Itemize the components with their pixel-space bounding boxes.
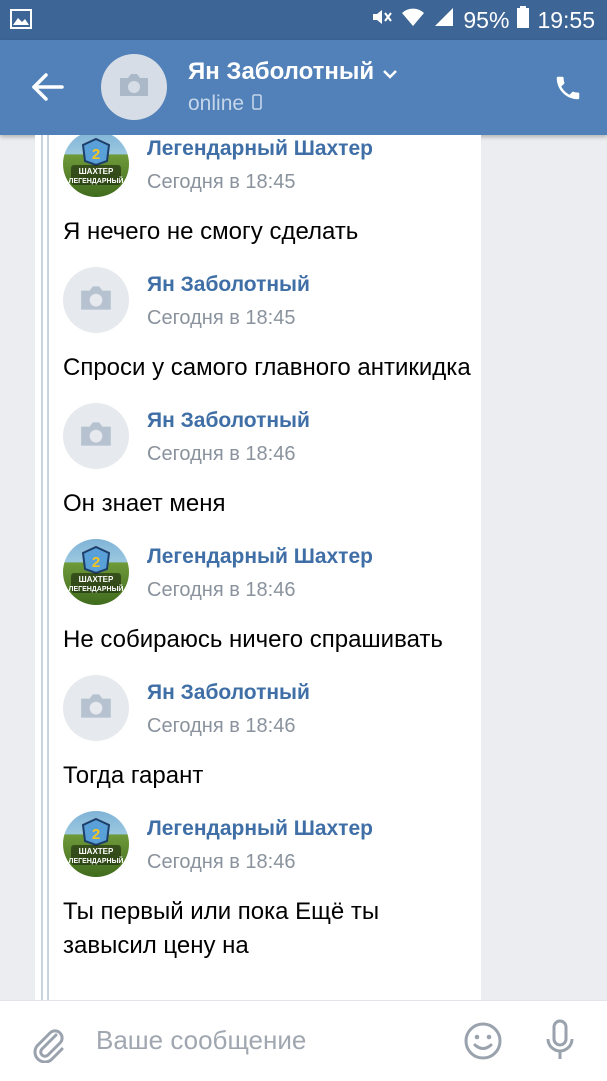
message-input[interactable]: Ваше сообщение <box>96 1025 306 1056</box>
contact-name[interactable]: Ян Заболотный <box>188 58 374 86</box>
message-item[interactable]: Ян Заболотный Сегодня в 18:45 Спроси у сам… <box>63 267 473 403</box>
message-item[interactable]: Ян Заболотный Сегодня в 18:46 Он знает мен… <box>63 403 473 539</box>
clock: 19:55 <box>537 6 595 33</box>
message-time: Сегодня в 18:46 <box>147 851 296 873</box>
gallery-notification-icon <box>10 9 32 34</box>
message-text: Спроси у самого главного антикидка <box>63 354 471 381</box>
message-time: Сегодня в 18:45 <box>147 171 296 193</box>
contact-info[interactable]: Ян Заболотный online <box>188 58 398 116</box>
forwarded-messages: 2 ШАХТЕР ЛЕГЕНДАРНЫЙ Легендарный Шахтер Сего… <box>35 135 481 1000</box>
contact-status: online <box>188 92 245 115</box>
message-item[interactable]: 2 ШАХТЕР ЛЕГЕНДАРНЫЙ Легендарный Шахтер Сего… <box>63 539 473 675</box>
message-header: Ян Заболотный Сегодня в 18:46 <box>63 403 473 473</box>
message-text: Он знает меня <box>63 490 226 517</box>
game-logo-avatar[interactable]: 2 ШАХТЕР ЛЕГЕНДАРНЫЙ <box>63 135 129 197</box>
mobile-icon <box>252 92 262 116</box>
wifi-icon <box>401 6 425 34</box>
message-header: 2 ШАХТЕР ЛЕГЕНДАРНЫЙ Легендарный Шахтер Сего… <box>63 811 473 881</box>
message-author[interactable]: Ян Заболотный <box>147 681 310 705</box>
logo-text-bottom: ЛЕГЕНДАРНЫЙ <box>69 176 124 185</box>
battery-icon <box>517 6 530 34</box>
logo-text-bottom: ЛЕГЕНДАРНЫЙ <box>69 584 124 593</box>
message-time: Сегодня в 18:46 <box>147 443 296 465</box>
back-arrow-icon[interactable] <box>30 72 66 102</box>
message-list: 2 ШАХТЕР ЛЕГЕНДАРНЫЙ Легендарный Шахтер Сего… <box>63 135 473 981</box>
camera-icon <box>78 284 114 317</box>
mute-icon <box>369 5 393 35</box>
message-author[interactable]: Легендарный Шахтер <box>147 817 373 841</box>
user-avatar[interactable] <box>63 675 129 741</box>
phone-call-icon[interactable] <box>553 73 583 103</box>
camera-icon <box>78 692 114 725</box>
message-text: Ты первый или пока Ещё ты завысил цену н… <box>63 898 380 959</box>
svg-text:2: 2 <box>92 826 100 843</box>
message-author[interactable]: Легендарный Шахтер <box>147 137 373 161</box>
message-text: Тогда гарант <box>63 762 204 789</box>
status-bar: 95% 19:55 <box>0 0 607 40</box>
message-header: 2 ШАХТЕР ЛЕГЕНДАРНЫЙ Легендарный Шахтер Сего… <box>63 135 473 201</box>
user-avatar[interactable] <box>63 267 129 333</box>
battery-percent: 95% <box>463 6 510 33</box>
user-avatar[interactable] <box>63 403 129 469</box>
message-composer: Ваше сообщение <box>0 1000 607 1081</box>
chevron-down-icon[interactable] <box>382 58 398 86</box>
message-header: Ян Заболотный Сегодня в 18:46 <box>63 675 473 745</box>
message-author[interactable]: Ян Заболотный <box>147 273 310 297</box>
message-time: Сегодня в 18:46 <box>147 715 296 737</box>
logo-text-bottom: ЛЕГЕНДАРНЫЙ <box>69 856 124 865</box>
quote-line <box>41 135 43 1000</box>
logo-text-top: ШАХТЕР <box>79 575 114 584</box>
chat-header: Ян Заболотный online <box>0 40 607 135</box>
message-item[interactable]: 2 ШАХТЕР ЛЕГЕНДАРНЫЙ Легендарный Шахтер Сего… <box>63 135 473 267</box>
svg-text:2: 2 <box>92 146 100 163</box>
logo-text-top: ШАХТЕР <box>79 167 114 176</box>
svg-text:2: 2 <box>92 554 100 571</box>
message-text: Я нечего не смогу сделать <box>63 218 359 245</box>
game-logo-avatar[interactable]: 2 ШАХТЕР ЛЕГЕНДАРНЫЙ <box>63 811 129 877</box>
message-author[interactable]: Легендарный Шахтер <box>147 545 373 569</box>
microphone-icon[interactable] <box>544 1019 576 1068</box>
contact-avatar[interactable] <box>101 54 167 120</box>
camera-icon <box>117 72 151 103</box>
camera-icon <box>78 420 114 453</box>
message-item[interactable]: 2 ШАХТЕР ЛЕГЕНДАРНЫЙ Легендарный Шахтер Сего… <box>63 811 473 981</box>
emoji-icon[interactable] <box>463 1021 503 1066</box>
message-header: 2 ШАХТЕР ЛЕГЕНДАРНЫЙ Легендарный Шахтер Сего… <box>63 539 473 609</box>
message-header: Ян Заболотный Сегодня в 18:45 <box>63 267 473 337</box>
message-text: Не собираюсь ничего спрашивать <box>63 626 443 653</box>
message-time: Сегодня в 18:45 <box>147 307 296 329</box>
paperclip-icon[interactable] <box>30 1023 66 1068</box>
message-time: Сегодня в 18:46 <box>147 579 296 601</box>
message-item[interactable]: Ян Заболотный Сегодня в 18:46 Тогда гарант <box>63 675 473 811</box>
quote-line <box>47 135 49 1000</box>
message-author[interactable]: Ян Заболотный <box>147 409 310 433</box>
signal-icon <box>433 6 455 34</box>
logo-text-top: ШАХТЕР <box>79 847 114 856</box>
game-logo-avatar[interactable]: 2 ШАХТЕР ЛЕГЕНДАРНЫЙ <box>63 539 129 605</box>
